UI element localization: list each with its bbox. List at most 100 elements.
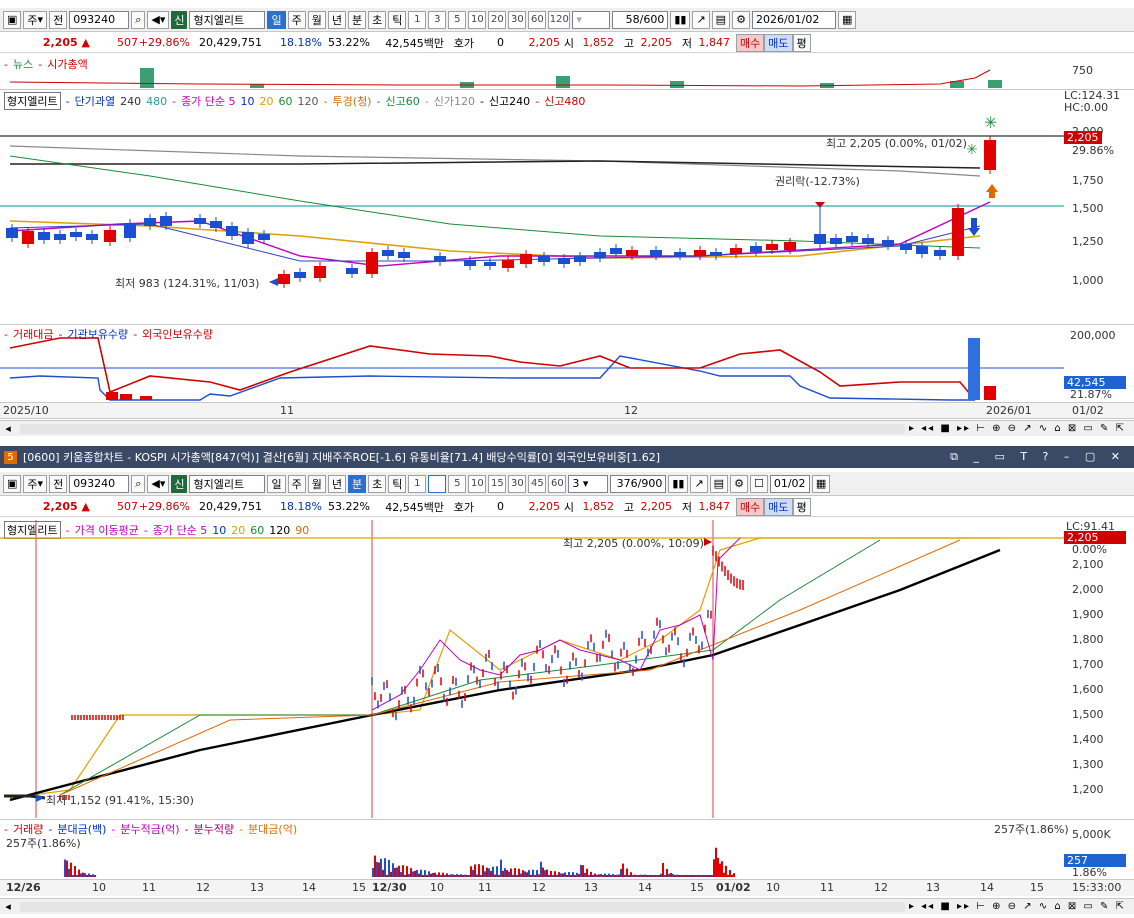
sell-button-b[interactable]: 매도 [764, 497, 793, 516]
scroll-track-b[interactable] [20, 901, 905, 912]
intraday-volume-bar [452, 874, 454, 877]
minute-1-b[interactable]: 1 [408, 474, 427, 493]
sell-button[interactable]: 매도 [764, 33, 793, 52]
period-day-b[interactable]: 일 [267, 474, 286, 493]
minute-3-b[interactable]: 3 [428, 474, 447, 493]
minute-15-b[interactable]: 15 [488, 474, 507, 493]
minute-5-b[interactable]: 5 [448, 474, 467, 493]
calendar-icon[interactable]: ▦ [837, 10, 857, 29]
intraday-volume-bar [634, 874, 636, 877]
type-select-1-b[interactable]: 주 ▾ [23, 474, 48, 493]
period-second-b[interactable]: 초 [368, 474, 387, 493]
chart-tools-b[interactable]: ▸ ◂◂ ■ ▸▸ ⊢ ⊕ ⊖ ↗ ∿ ⌂ ⊠ ▭ ✎ ⇱ [909, 901, 1126, 912]
code-input[interactable]: 093240 [69, 10, 130, 29]
search-icon-b[interactable]: ⌕ [131, 474, 146, 493]
intraday-volume-bar [733, 873, 735, 877]
buy-button-b[interactable]: 매수 [736, 497, 765, 516]
period-month-b[interactable]: 월 [307, 474, 326, 493]
minute-60-b[interactable]: 60 [548, 474, 567, 493]
period-month[interactable]: 월 [307, 10, 326, 29]
date-input-b[interactable]: 01/02 [769, 474, 810, 493]
period-year[interactable]: 년 [327, 10, 346, 29]
bottom-scrollbar[interactable]: ◂ ▸ ◂◂ ■ ▸▸ ⊢ ⊕ ⊖ ↗ ∿ ⌂ ⊠ ▭ ✎ ⇱ [0, 898, 1134, 914]
scroll-left-icon-b[interactable]: ◂ [0, 900, 16, 913]
change: 507 [117, 36, 138, 49]
volume-bar [968, 338, 980, 400]
chart-icon-2[interactable]: ▣ [3, 474, 22, 493]
minute-10[interactable]: 10 [468, 10, 487, 29]
unit-select-b[interactable]: 3 ▾ [568, 474, 609, 493]
window-title: [0600] 키움종합차트 - KOSPI 시가총액[847(억)] 결산[6월… [23, 451, 660, 464]
chart-tools[interactable]: ▸ ◂◂ ■ ▸▸ ⊢ ⊕ ⊖ ↗ ∿ ⌂ ⊠ ▭ ✎ ⇱ [909, 423, 1126, 434]
x-label-current: 01/02 [1072, 404, 1104, 417]
period-week-b[interactable]: 주 [287, 474, 306, 493]
period-second[interactable]: 초 [368, 10, 387, 29]
search-icon[interactable]: ⌕ [131, 10, 146, 29]
speaker-icon-b[interactable]: ◀▾ [147, 474, 170, 493]
type-select-2[interactable]: 전 [49, 10, 68, 29]
window-controls[interactable]: ⧉ _ ▭ T ? – ▢ ✕ [950, 450, 1126, 464]
period-tick-b[interactable]: 틱 [388, 474, 407, 493]
compare-icon[interactable]: ↗ [692, 10, 710, 29]
intraday-volume-bar [454, 875, 456, 877]
intraday-volume-bar [630, 872, 632, 877]
eval-button[interactable]: 평 [792, 33, 811, 52]
candle [294, 272, 306, 278]
compare-icon-b[interactable]: ↗ [690, 474, 708, 493]
minute-10-b[interactable]: 10 [468, 474, 487, 493]
candle [626, 250, 638, 256]
intraday-volume-bar [526, 872, 528, 877]
hoga-label-b: 호가 [453, 500, 474, 514]
eval-button-b[interactable]: 평 [792, 497, 811, 516]
candle [750, 246, 762, 252]
period-minute-b[interactable]: 분 [347, 474, 367, 493]
minute-20[interactable]: 20 [488, 10, 507, 29]
candle-icon[interactable]: ▮▮ [670, 10, 691, 29]
intraday-volume-bar [584, 872, 586, 877]
minute-45-b[interactable]: 45 [528, 474, 547, 493]
period-year-b[interactable]: 년 [327, 474, 346, 493]
mktcap-line [9, 69, 991, 87]
chart-icon[interactable]: ▣ [3, 10, 22, 29]
intraday-volume-bar [700, 875, 702, 877]
checkbox-icon[interactable]: ☐ [749, 474, 768, 493]
intraday-volume-bar [534, 875, 536, 877]
candle-icon-b[interactable]: ▮▮ [668, 474, 689, 493]
minute-3[interactable]: 3 [428, 10, 447, 29]
minute-30-b[interactable]: 30 [508, 474, 527, 493]
code-input-b[interactable]: 093240 [69, 474, 130, 493]
minute-120[interactable]: 120 [548, 10, 571, 29]
top-quote-bar: 2,205 ▲ 507 +29.86% 20,429,751 18.18% 53… [0, 33, 1134, 53]
period-day[interactable]: 일 [267, 10, 286, 29]
type-select-1[interactable]: 주 ▾ [23, 10, 48, 29]
gear-icon-b[interactable]: ⚙ [730, 474, 748, 493]
x-label-b: 01/02 [716, 881, 751, 894]
speaker-icon[interactable]: ◀▾ [147, 10, 170, 29]
intraday-volume-bar [86, 874, 88, 877]
minute-30[interactable]: 30 [508, 10, 527, 29]
minute-1[interactable]: 1 [408, 10, 427, 29]
save-icon[interactable]: ▤ [711, 10, 731, 29]
intraday-volume-bar [580, 864, 582, 877]
count-input-b[interactable]: 376/900 [610, 474, 667, 493]
top-scrollbar[interactable]: ◂ ▸ ◂◂ ■ ▸▸ ⊢ ⊕ ⊖ ↗ ∿ ⌂ ⊠ ▭ ✎ ⇱ [0, 420, 1134, 436]
date-input[interactable]: 2026/01/02 [751, 10, 836, 29]
intraday-volume-bar [470, 866, 472, 877]
period-minute[interactable]: 분 [347, 10, 367, 29]
unit-select[interactable]: ▾ [572, 10, 611, 29]
scroll-track[interactable] [20, 423, 905, 434]
minute-60[interactable]: 60 [528, 10, 547, 29]
period-tick[interactable]: 틱 [388, 10, 407, 29]
foreign-hold-line [9, 337, 976, 401]
count-input[interactable]: 58/600 [612, 10, 669, 29]
save-icon-b[interactable]: ▤ [709, 474, 729, 493]
type-select-2-b[interactable]: 전 [49, 474, 68, 493]
ma-480-line [10, 160, 981, 169]
gear-icon[interactable]: ⚙ [732, 10, 750, 29]
buy-button[interactable]: 매수 [736, 33, 765, 52]
minute-5[interactable]: 5 [448, 10, 467, 29]
calendar-icon-b[interactable]: ▦ [811, 474, 831, 493]
low-note: 최저 983 (124.31%, 11/03) [115, 277, 260, 290]
period-week[interactable]: 주 [287, 10, 306, 29]
scroll-left-icon[interactable]: ◂ [0, 422, 16, 435]
